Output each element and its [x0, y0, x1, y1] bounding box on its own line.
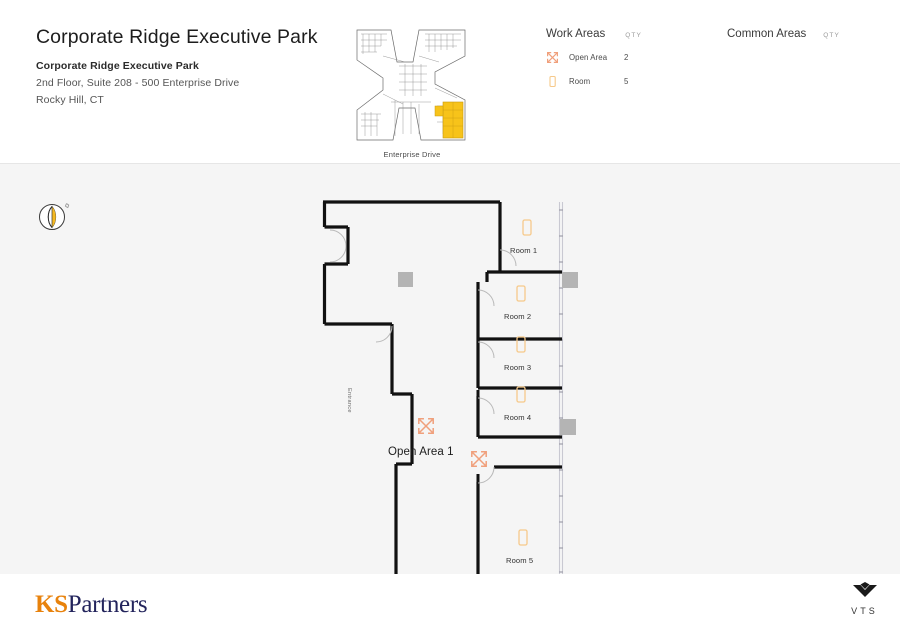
legend-room-label: Room [569, 77, 591, 86]
legend-row-open-area[interactable]: Open Area 2 [546, 51, 642, 64]
vts-logo: VTS [843, 582, 883, 616]
legend-row-room[interactable]: Room 5 [546, 75, 642, 88]
column [562, 272, 578, 288]
room-door-icon [549, 75, 556, 88]
legend-open-area-label: Open Area [569, 53, 608, 62]
key-plan-thumbnail[interactable] [347, 22, 477, 147]
open-area-icon [471, 451, 487, 467]
legend-work-areas-title: Work Areas [546, 28, 606, 40]
legend-work-areas-qty-header: QTY [625, 32, 642, 39]
column [398, 272, 413, 287]
ks-logo-primary: KS [35, 591, 68, 618]
title-block: Corporate Ridge Executive Park Corporate… [36, 26, 336, 106]
legend-common-areas: Common Areas QTY [727, 28, 840, 40]
legend-work-areas-header: Work Areas QTY [546, 28, 642, 40]
legend-work-areas: Work Areas QTY Open Area 2 Room 5 [546, 28, 642, 88]
ks-partners-logo: KSPartners [35, 591, 148, 619]
room-door-icon [516, 285, 526, 302]
address-line-1: 2nd Floor, Suite 208 - 500 Enterprise Dr… [36, 77, 240, 89]
page-title: Corporate Ridge Executive Park [36, 26, 318, 48]
room-door-icon [518, 529, 528, 546]
address-line-2: Rocky Hill, CT [36, 94, 104, 106]
floor-plan-drawing [322, 200, 578, 574]
room-label-room-1: Room 1 [510, 246, 538, 255]
room-label-room-4: Room 4 [504, 413, 532, 422]
legend-room-qty: 5 [624, 77, 629, 86]
legend-common-areas-header: Common Areas QTY [727, 28, 840, 40]
legend-common-areas-title: Common Areas [727, 28, 807, 40]
property-name: Corporate Ridge Executive Park [36, 60, 199, 72]
footer: KSPartners VTS [0, 574, 900, 640]
legend-common-areas-qty-header: QTY [823, 32, 840, 39]
column [560, 419, 576, 435]
room-label-room-2: Room 2 [504, 312, 532, 321]
floor-plan-stage: Entrance Open Area 1 Open Area 2 Room 1 … [0, 164, 900, 574]
room-door-icon [522, 219, 532, 236]
open-area-icon [418, 418, 434, 434]
legend-open-area-qty: 2 [624, 53, 629, 62]
key-plan-caption: Enterprise Drive [383, 150, 441, 159]
floor-plan-page: Corporate Ridge Executive Park Corporate… [0, 0, 900, 640]
area-label-open-area-1: Open Area 1 [388, 446, 454, 458]
vts-chevron-icon [852, 582, 877, 597]
entrance-label: Entrance [346, 388, 352, 413]
ks-logo-secondary: Partners [67, 591, 148, 618]
room-door-icon-group [516, 219, 532, 546]
room-label-room-5: Room 5 [506, 556, 534, 565]
open-area-icon [547, 52, 558, 63]
vts-logo-text: VTS [851, 606, 878, 616]
room-label-room-3: Room 3 [504, 363, 532, 372]
header: Corporate Ridge Executive Park Corporate… [0, 0, 900, 163]
key-plan-svg [356, 29, 466, 141]
